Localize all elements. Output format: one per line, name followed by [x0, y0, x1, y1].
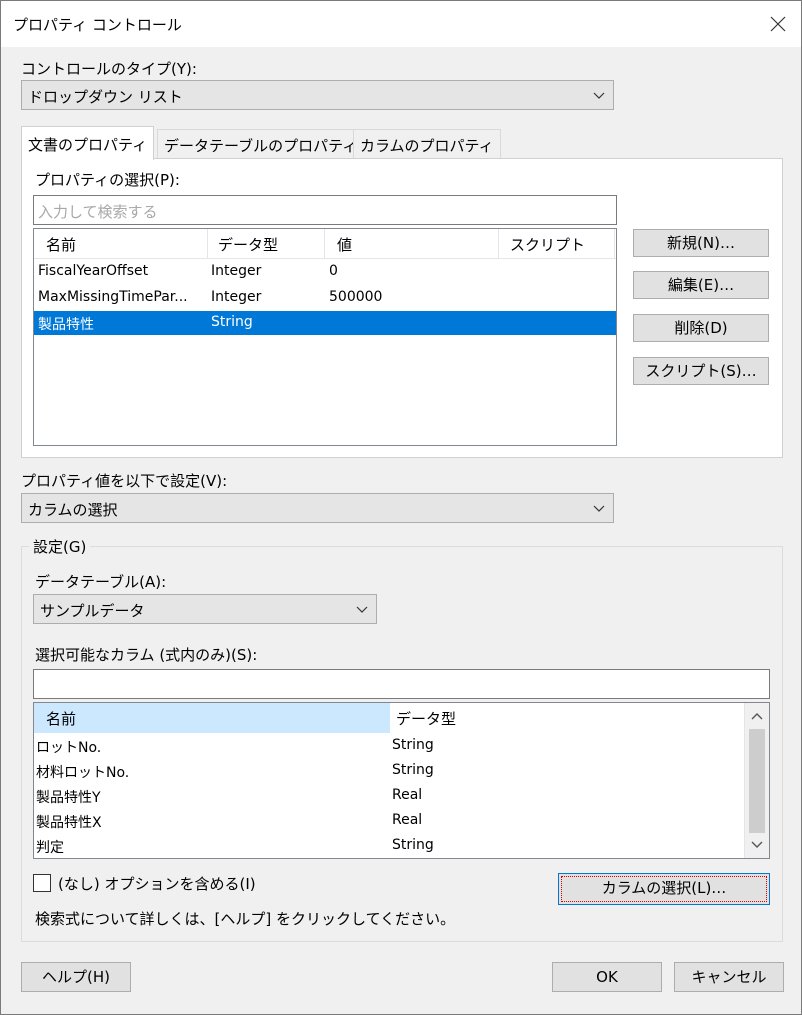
- column-header-name[interactable]: 名前: [34, 703, 390, 733]
- list-item[interactable]: 判定 String: [34, 834, 744, 859]
- window-title: プロパティ コントロール: [13, 16, 182, 34]
- chevron-down-icon: [591, 500, 607, 516]
- property-select-label: プロパティの選択(P):: [35, 171, 180, 189]
- property-list[interactable]: 名前 データ型 値 スクリプト FiscalYearOffset Integer…: [33, 228, 617, 446]
- table-row[interactable]: MaxMissingTimePar... Integer 500000: [34, 286, 616, 310]
- tab-label: カラムのプロパティ: [360, 137, 494, 155]
- properties-dialog: プロパティ コントロール コントロールのタイプ(Y): ドロップダウン リスト …: [0, 0, 802, 1015]
- cell-name: 製品特性X: [36, 815, 102, 831]
- list-item[interactable]: 製品特性Y Real: [34, 784, 744, 809]
- set-value-value: カラムの選択: [28, 501, 118, 519]
- tab-column-properties[interactable]: カラムのプロパティ: [353, 129, 501, 159]
- table-row-selected[interactable]: 製品特性 String: [34, 311, 616, 335]
- available-columns-label: 選択可能なカラム (式内のみ)(S):: [35, 646, 258, 664]
- control-type-label: コントロールのタイプ(Y):: [21, 60, 197, 78]
- column-search-input[interactable]: [33, 669, 770, 699]
- set-value-label: プロパティ値を以下で設定(V):: [21, 472, 228, 490]
- cell-name: 製品特性Y: [36, 790, 101, 806]
- chevron-up-icon[interactable]: [749, 709, 765, 727]
- cell-type: Integer: [211, 263, 262, 279]
- property-search-input[interactable]: 入力して検索する: [33, 195, 617, 225]
- column-header-type[interactable]: データ型: [218, 234, 278, 255]
- datatable-label: データテーブル(A):: [35, 573, 167, 591]
- list-item[interactable]: ロットNo. String: [34, 734, 744, 759]
- search-placeholder: 入力して検索する: [38, 203, 158, 221]
- tab-label: 文書のプロパティ: [28, 136, 148, 154]
- chevron-down-icon: [354, 601, 370, 617]
- tab-datatable-properties[interactable]: データテーブルのプロパティ: [157, 129, 365, 159]
- cell-type: Real: [392, 812, 423, 828]
- help-text: 検索式について詳しくは、[ヘルプ] をクリックしてください。: [35, 910, 456, 928]
- new-button[interactable]: 新規(N)…: [633, 229, 769, 257]
- chevron-down-icon: [591, 87, 607, 103]
- column-header-label: 名前: [46, 710, 77, 728]
- script-button[interactable]: スクリプト(S)…: [633, 357, 769, 385]
- property-list-header: 名前 データ型 値 スクリプト: [34, 229, 616, 259]
- column-header-script[interactable]: スクリプト: [510, 234, 585, 255]
- cell-name: FiscalYearOffset: [38, 263, 149, 279]
- include-none-label: (なし) オプションを含める(I): [58, 875, 256, 893]
- select-columns-button[interactable]: カラムの選択(L)…: [558, 873, 770, 905]
- list-item[interactable]: 製品特性X Real: [34, 809, 744, 834]
- cell-name: ロットNo.: [36, 740, 102, 756]
- scrollbar-thumb[interactable]: [749, 729, 765, 833]
- cell-type: String: [392, 737, 434, 753]
- cell-type: String: [392, 762, 434, 778]
- include-none-checkbox[interactable]: [33, 874, 51, 892]
- cell-type: Real: [392, 787, 423, 803]
- settings-group-label: 設定(G): [29, 536, 91, 557]
- tab-label: データテーブルのプロパティ: [164, 137, 358, 155]
- column-header-name[interactable]: 名前: [46, 234, 76, 255]
- cancel-button[interactable]: キャンセル: [674, 962, 784, 992]
- vertical-scrollbar[interactable]: [744, 703, 769, 858]
- help-button[interactable]: ヘルプ(H): [21, 962, 131, 992]
- cell-value: 500000: [329, 289, 383, 305]
- datatable-value: サンプルデータ: [40, 602, 145, 620]
- edit-button[interactable]: 編集(E)…: [633, 271, 769, 299]
- cell-name: 判定: [36, 840, 64, 856]
- column-header-value[interactable]: 値: [337, 234, 352, 255]
- chevron-down-icon[interactable]: [749, 838, 765, 856]
- cell-name: 材料ロットNo.: [36, 765, 130, 781]
- ok-button[interactable]: OK: [552, 962, 662, 992]
- cell-name: MaxMissingTimePar...: [38, 289, 188, 305]
- column-header-type[interactable]: データ型: [390, 703, 744, 733]
- tab-document-properties[interactable]: 文書のプロパティ: [21, 126, 155, 160]
- cell-name: 製品特性: [38, 317, 94, 333]
- cell-type: String: [392, 837, 434, 853]
- column-header-label: データ型: [396, 710, 457, 728]
- cell-type: Integer: [211, 289, 262, 305]
- cell-value: 0: [329, 263, 338, 279]
- control-type-dropdown[interactable]: ドロップダウン リスト: [21, 80, 614, 110]
- datatable-dropdown[interactable]: サンプルデータ: [33, 594, 377, 624]
- delete-button[interactable]: 削除(D): [633, 314, 769, 342]
- list-item[interactable]: 材料ロットNo. String: [34, 759, 744, 784]
- available-columns-list[interactable]: 名前 データ型 ロットNo. String 材料ロットNo. String 製品…: [33, 702, 770, 859]
- table-row[interactable]: FiscalYearOffset Integer 0: [34, 260, 616, 284]
- set-value-dropdown[interactable]: カラムの選択: [21, 493, 614, 523]
- title-bar: プロパティ コントロール: [1, 1, 801, 47]
- control-type-value: ドロップダウン リスト: [28, 88, 183, 106]
- cell-type: String: [211, 314, 253, 330]
- close-icon[interactable]: [763, 9, 793, 39]
